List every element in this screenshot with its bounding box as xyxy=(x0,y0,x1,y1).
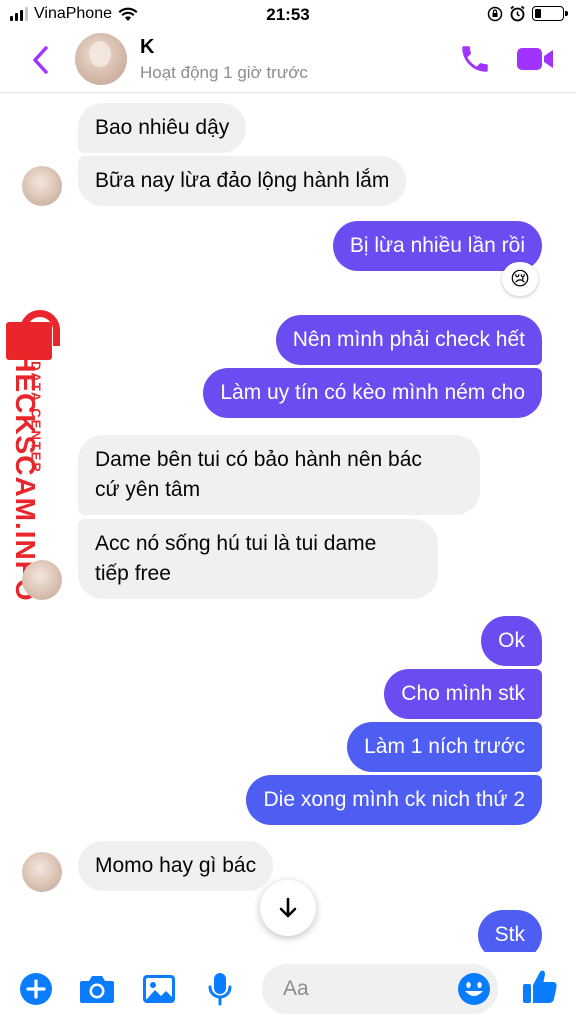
sad-tear-emoji-icon: 😢 xyxy=(510,268,530,290)
message-outgoing[interactable]: Ok xyxy=(481,616,542,666)
message-input-placeholder: Aa xyxy=(283,977,309,1000)
camera-button[interactable] xyxy=(78,970,116,1008)
conversation-header: K Hoạt động 1 giờ trước xyxy=(0,30,576,92)
watermark-subtitle: DATA CENTER xyxy=(28,361,44,474)
more-actions-button[interactable] xyxy=(17,970,55,1008)
message-outgoing[interactable]: Làm uy tín có kèo mình ném cho xyxy=(203,368,542,418)
contact-name[interactable]: K xyxy=(140,36,154,59)
emoji-icon xyxy=(458,973,490,1005)
message-incoming[interactable]: Dame bên tui có bảo hành nên bác cứ yên … xyxy=(78,435,480,515)
message-composer: Aa xyxy=(0,952,576,1024)
message-outgoing[interactable]: Cho mình stk xyxy=(384,669,542,719)
contact-activity-status: Hoạt động 1 giờ trước xyxy=(140,63,308,82)
like-icon xyxy=(523,970,557,1003)
message-outgoing[interactable]: Nên mình phải check hết xyxy=(275,315,542,365)
arrow-down-icon xyxy=(279,897,297,918)
scroll-to-bottom-button[interactable] xyxy=(260,880,316,936)
battery-icon xyxy=(532,6,568,21)
back-button[interactable] xyxy=(26,40,56,80)
alarm-icon xyxy=(510,5,525,22)
microphone-icon xyxy=(208,973,232,1006)
sender-avatar[interactable] xyxy=(22,852,62,892)
message-input[interactable]: Aa xyxy=(262,964,498,1014)
message-line: Dame bên tui có bảo hành nên bác xyxy=(95,448,422,471)
orientation-lock-icon xyxy=(487,6,503,21)
message-incoming[interactable]: Momo hay gì bác xyxy=(78,841,274,891)
gallery-button[interactable] xyxy=(140,970,178,1008)
message-line: Acc nó sống hú tui là tui dame xyxy=(95,532,377,555)
contact-avatar[interactable] xyxy=(75,33,127,85)
voice-call-button[interactable] xyxy=(458,42,492,76)
header-divider xyxy=(0,92,576,93)
emoji-button[interactable] xyxy=(456,971,492,1007)
message-outgoing[interactable]: Die xong mình ck nich thứ 2 xyxy=(246,775,542,825)
video-call-button[interactable] xyxy=(515,44,555,74)
sender-avatar[interactable] xyxy=(22,560,62,600)
message-line: cứ yên tâm xyxy=(95,478,201,501)
chevron-left-icon xyxy=(33,46,48,74)
message-line: tiếp free xyxy=(95,562,171,585)
phone-icon xyxy=(462,46,488,72)
like-button[interactable] xyxy=(519,966,561,1008)
sender-avatar[interactable] xyxy=(22,166,62,206)
plus-icon xyxy=(20,973,52,1005)
message-reaction[interactable]: 😢 xyxy=(502,262,538,296)
status-bar: VinaPhone 21:53 xyxy=(0,0,576,30)
message-incoming[interactable]: Bao nhiêu dậy xyxy=(78,103,247,153)
message-outgoing[interactable]: Làm 1 ních trước xyxy=(347,722,542,772)
video-camera-icon xyxy=(517,48,553,70)
message-incoming[interactable]: Bữa nay lừa đảo lộng hành lắm xyxy=(78,156,407,206)
checkscam-watermark: CHECKSCAM.INFO DATA CENTER xyxy=(2,310,68,602)
camera-icon xyxy=(80,976,114,1003)
voice-message-button[interactable] xyxy=(201,970,239,1008)
message-incoming[interactable]: Acc nó sống hú tui là tui dame tiếp free xyxy=(78,519,438,599)
image-icon xyxy=(143,975,175,1003)
status-right xyxy=(487,5,568,22)
